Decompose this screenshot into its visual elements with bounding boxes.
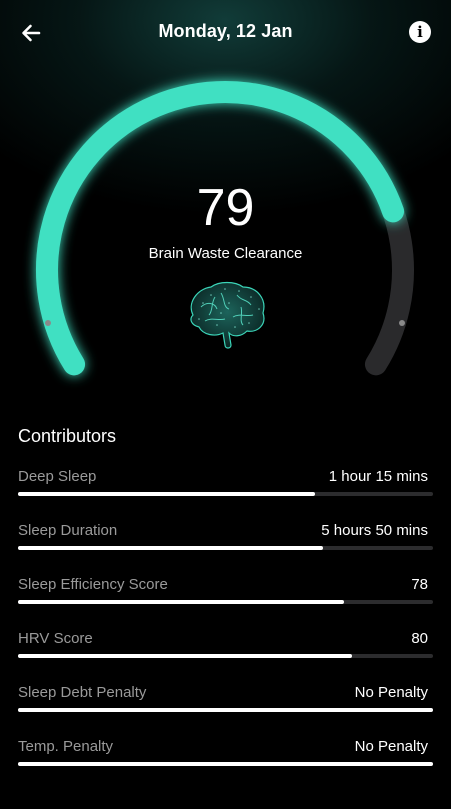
contributor-row[interactable]: Deep Sleep 1 hour 15 mins: [18, 468, 433, 508]
gauge-dot-right: [399, 320, 405, 326]
brain-image: [190, 281, 265, 349]
contributor-row[interactable]: Sleep Debt Penalty No Penalty: [18, 684, 433, 724]
contributor-label: Sleep Duration: [18, 522, 118, 539]
contributor-row[interactable]: HRV Score 80: [18, 630, 433, 670]
contributor-progress-fill: [18, 708, 433, 712]
contributor-progress-track: [18, 492, 433, 496]
contributor-progress-fill: [18, 600, 344, 604]
contributor-progress-track: [18, 654, 433, 658]
contributor-label: Sleep Debt Penalty: [18, 684, 147, 701]
score-label: Brain Waste Clearance: [148, 245, 303, 262]
contributor-progress-fill: [18, 546, 324, 550]
contributor-row[interactable]: Sleep Duration 5 hours 50 mins: [18, 522, 433, 562]
contributor-label: Deep Sleep: [18, 468, 97, 485]
gauge-dot-left: [45, 320, 51, 326]
contributor-value: No Penalty: [354, 684, 428, 701]
contributor-label: HRV Score: [18, 630, 93, 647]
contributor-progress-fill: [18, 654, 353, 658]
contributor-progress-track: [18, 708, 433, 712]
contributor-progress-track: [18, 762, 433, 766]
contributor-value: 1 hour 15 mins: [328, 468, 428, 485]
contributor-progress-track: [18, 600, 433, 604]
score-value: 79: [196, 179, 255, 237]
contributor-value: No Penalty: [354, 738, 428, 755]
contributor-label: Sleep Efficiency Score: [18, 576, 168, 593]
sleep-detail-screen: Monday, 12 Jan i 79 Brain Waste Clearanc…: [0, 0, 451, 809]
contributor-row[interactable]: Temp. Penalty No Penalty: [18, 738, 433, 778]
contributor-value: 5 hours 50 mins: [321, 522, 428, 539]
contributor-progress-fill: [18, 492, 315, 496]
contributor-progress-fill: [18, 762, 433, 766]
contributors-title: Contributors: [18, 426, 117, 446]
contributor-progress-track: [18, 546, 433, 550]
contributor-label: Temp. Penalty: [18, 738, 114, 755]
contributor-value: 80: [411, 630, 428, 647]
contributor-value: 78: [411, 576, 428, 593]
contributor-row[interactable]: Sleep Efficiency Score 78: [18, 576, 433, 616]
